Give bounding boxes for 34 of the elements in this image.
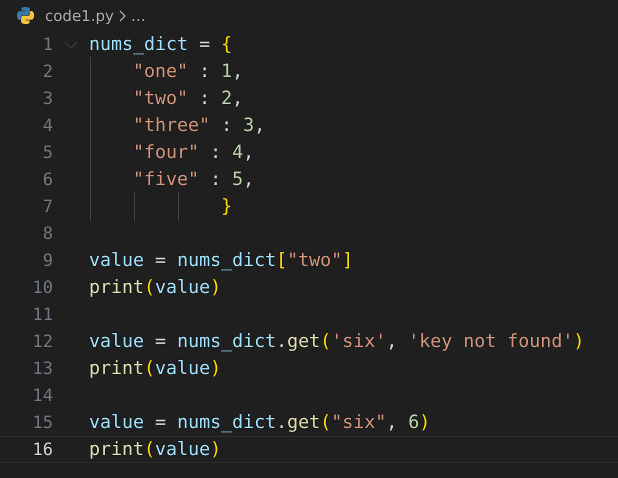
code-line: value = nums_dict["two"]	[89, 249, 354, 273]
code-line: "four" : 4,	[89, 139, 254, 166]
line-number: 3	[42, 88, 53, 108]
line-number: 1	[42, 34, 53, 54]
chevron-down-icon[interactable]	[64, 40, 78, 50]
code-line: value = nums_dict.get('six', 'key not found')	[89, 330, 584, 354]
code-line: value = nums_dict.get("six", 6)	[89, 411, 430, 435]
line-number: 2	[42, 62, 53, 82]
python-logo-icon	[16, 6, 35, 25]
line-number: 9	[42, 250, 53, 270]
line-number: 4	[42, 116, 53, 136]
line-number: 16	[32, 440, 53, 460]
line-number: 12	[32, 332, 53, 352]
code-line: "three" : 3,	[89, 112, 266, 139]
line-number: 11	[32, 304, 53, 324]
line-number: 15	[32, 412, 53, 432]
line-number: 6	[42, 170, 53, 190]
line-number: 10	[32, 278, 53, 298]
line-number: 13	[32, 358, 53, 378]
line-number: 8	[42, 224, 53, 244]
code-line: nums_dict = {	[89, 33, 232, 57]
code-line: print(value)	[89, 438, 222, 462]
chevron-right-icon	[118, 8, 127, 22]
line-number: 7	[42, 196, 53, 216]
breadcrumb-more[interactable]: …	[130, 6, 146, 24]
line-number: 14	[32, 386, 53, 406]
code-line: }	[89, 193, 232, 220]
line-number: 5	[42, 142, 53, 162]
code-line: "five" : 5,	[89, 166, 254, 193]
code-line: "two" : 2,	[89, 85, 244, 112]
code-line: "one" : 1,	[89, 58, 244, 85]
code-line: print(value)	[89, 276, 222, 300]
file-name[interactable]: code1.py	[45, 6, 114, 24]
code-line: print(value)	[89, 357, 222, 381]
